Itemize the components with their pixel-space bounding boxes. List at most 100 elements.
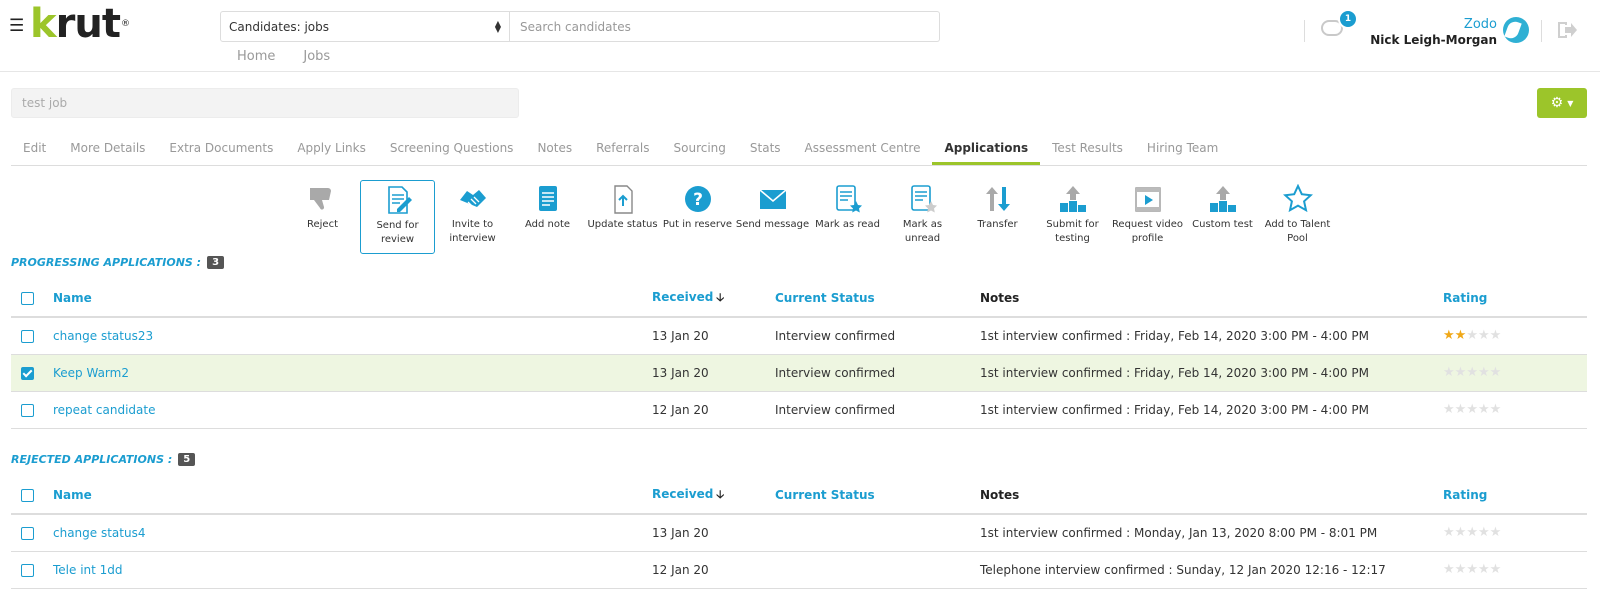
rating-star-icon[interactable]: ★ [1490,402,1502,417]
mark-as-read-button[interactable]: Mark as read [810,180,885,254]
rating-star-icon[interactable]: ★ [1443,525,1455,540]
tab-hiring-team[interactable]: Hiring Team [1135,133,1230,165]
toolbar-label: Add note [524,219,571,230]
krut-logo[interactable]: krut ® [30,2,130,46]
send-message-button[interactable]: Send message [735,180,810,254]
select-all-checkbox[interactable] [21,292,34,305]
update-status-button[interactable]: Update status [585,180,660,254]
column-name[interactable]: Name [53,280,652,318]
rating-star-icon[interactable]: ★ [1490,525,1502,540]
send-for-review-button[interactable]: Send for review [360,180,435,254]
rating-star-icon[interactable]: ★ [1478,402,1490,417]
column-received-label: Received [652,486,714,501]
search-input[interactable] [510,11,940,42]
rating-star-icon[interactable]: ★ [1490,328,1502,343]
table-row[interactable]: change status4 13 Jan 20 1st interview con… [11,514,1587,552]
rating-star-icon[interactable]: ★ [1466,525,1478,540]
reject-button[interactable]: Reject [285,180,360,254]
nav-jobs[interactable]: Jobs [303,49,330,64]
tab-stats[interactable]: Stats [738,133,793,165]
rating-star-icon[interactable]: ★ [1478,525,1490,540]
rating-star-icon[interactable]: ★ [1455,365,1467,380]
rating-star-icon[interactable]: ★ [1443,562,1455,577]
toolbar-label: Update status [587,219,658,230]
rating-star-icon[interactable]: ★ [1478,365,1490,380]
transfer-button[interactable]: Transfer [960,180,1035,254]
column-received[interactable]: Received 🡣 [652,280,775,318]
row-checkbox[interactable] [21,563,34,577]
table-row[interactable]: repeat candidate 12 Jan 20 Interview confi… [11,391,1587,429]
add-to-talent-pool-button[interactable]: Add to Talent Pool [1260,180,1335,254]
user-info[interactable]: Zodo Nick Leigh-Morgan [1370,17,1497,47]
notes-cell: 1st interview confirmed : Monday, Jan 13… [980,514,1443,552]
invite-to-interview-button[interactable]: Invite to interview [435,180,510,254]
column-name[interactable]: Name [53,477,652,515]
rating-star-icon[interactable]: ★ [1455,328,1467,343]
nav-home[interactable]: Home [237,49,275,64]
rating-star-icon[interactable]: ★ [1466,365,1478,380]
rating-star-icon[interactable]: ★ [1443,365,1455,380]
rating-star-icon[interactable]: ★ [1490,562,1502,577]
table-header-row: Name Received 🡣 Current Status Notes Rating [11,477,1587,515]
tab-applications[interactable]: Applications [932,133,1041,165]
add-note-button[interactable]: Add note [510,180,585,254]
rating-star-icon[interactable]: ★ [1455,562,1467,577]
rating-star-icon[interactable]: ★ [1478,328,1490,343]
table-row[interactable]: change status23 13 Jan 20 Interview confir… [11,317,1587,355]
column-rating[interactable]: Rating [1443,477,1587,515]
received-date: 13 Jan 20 [652,514,775,552]
rating-stars: ★ ★ ★ ★ ★ [1443,562,1502,577]
search-scope-select[interactable]: Candidates: jobs ▲ ▼ [220,11,510,42]
rating-star-icon[interactable]: ★ [1443,402,1455,417]
column-received[interactable]: Received 🡣 [652,477,775,515]
row-checkbox[interactable] [21,526,34,540]
company-avatar[interactable] [1503,17,1529,43]
table-row[interactable]: Tele int 1dd 12 Jan 20 Telephone interview… [11,551,1587,589]
tab-sourcing[interactable]: Sourcing [662,133,738,165]
candidate-name-link[interactable]: change status23 [53,329,153,343]
column-rating[interactable]: Rating [1443,280,1587,318]
candidate-name-link[interactable]: Keep Warm2 [53,366,129,380]
column-received-label: Received [652,289,714,304]
row-checkbox[interactable] [21,329,34,343]
rating-star-icon[interactable]: ★ [1443,328,1455,343]
tab-screening-questions[interactable]: Screening Questions [378,133,526,165]
hamburger-menu-icon[interactable]: ☰ [9,16,24,36]
tab-extra-documents[interactable]: Extra Documents [157,133,285,165]
tab-test-results[interactable]: Test Results [1040,133,1135,165]
job-title-field[interactable]: test job [11,88,519,118]
rating-star-icon[interactable]: ★ [1455,402,1467,417]
tab-more-details[interactable]: More Details [58,133,157,165]
column-name-label: Name [53,488,92,502]
rating-star-icon[interactable]: ★ [1466,562,1478,577]
rating-star-icon[interactable]: ★ [1478,562,1490,577]
tab-apply-links[interactable]: Apply Links [285,133,378,165]
tab-assessment-centre[interactable]: Assessment Centre [793,133,933,165]
custom-test-button[interactable]: Custom test [1185,180,1260,254]
top-header: ☰ krut® Candidates: jobs ▲▼ Home Jobs 1 … [0,0,1600,72]
row-checkbox[interactable] [21,403,34,417]
request-video-profile-button[interactable]: Request video profile [1110,180,1185,254]
select-all-checkbox[interactable] [21,489,34,502]
candidate-name-link[interactable]: Tele int 1dd [53,563,123,577]
settings-dropdown-button[interactable]: ⚙ ▼ [1537,88,1587,118]
tab-notes[interactable]: Notes [525,133,584,165]
column-status[interactable]: Current Status [775,477,980,515]
mark-as-unread-button[interactable]: Mark as unread [885,180,960,254]
tab-edit[interactable]: Edit [11,133,58,165]
messages-button[interactable]: 1 [1321,9,1358,36]
candidate-name-link[interactable]: change status4 [53,526,145,540]
put-in-reserve-button[interactable]: ? Put in reserve [660,180,735,254]
rating-star-icon[interactable]: ★ [1455,525,1467,540]
candidate-name-link[interactable]: repeat candidate [53,403,156,417]
rating-star-icon[interactable]: ★ [1466,402,1478,417]
table-row[interactable]: Keep Warm2 13 Jan 20 Interview confirmed 1s… [11,354,1587,392]
rating-star-icon[interactable]: ★ [1466,328,1478,343]
row-checkbox[interactable] [21,366,34,380]
tab-referrals[interactable]: Referrals [584,133,661,165]
column-status[interactable]: Current Status [775,280,980,318]
rating-star-icon[interactable]: ★ [1490,365,1502,380]
logout-icon[interactable] [1556,21,1578,39]
submit-for-testing-button[interactable]: Submit for testing [1035,180,1110,254]
toolbar-label: Send for review [376,220,419,245]
